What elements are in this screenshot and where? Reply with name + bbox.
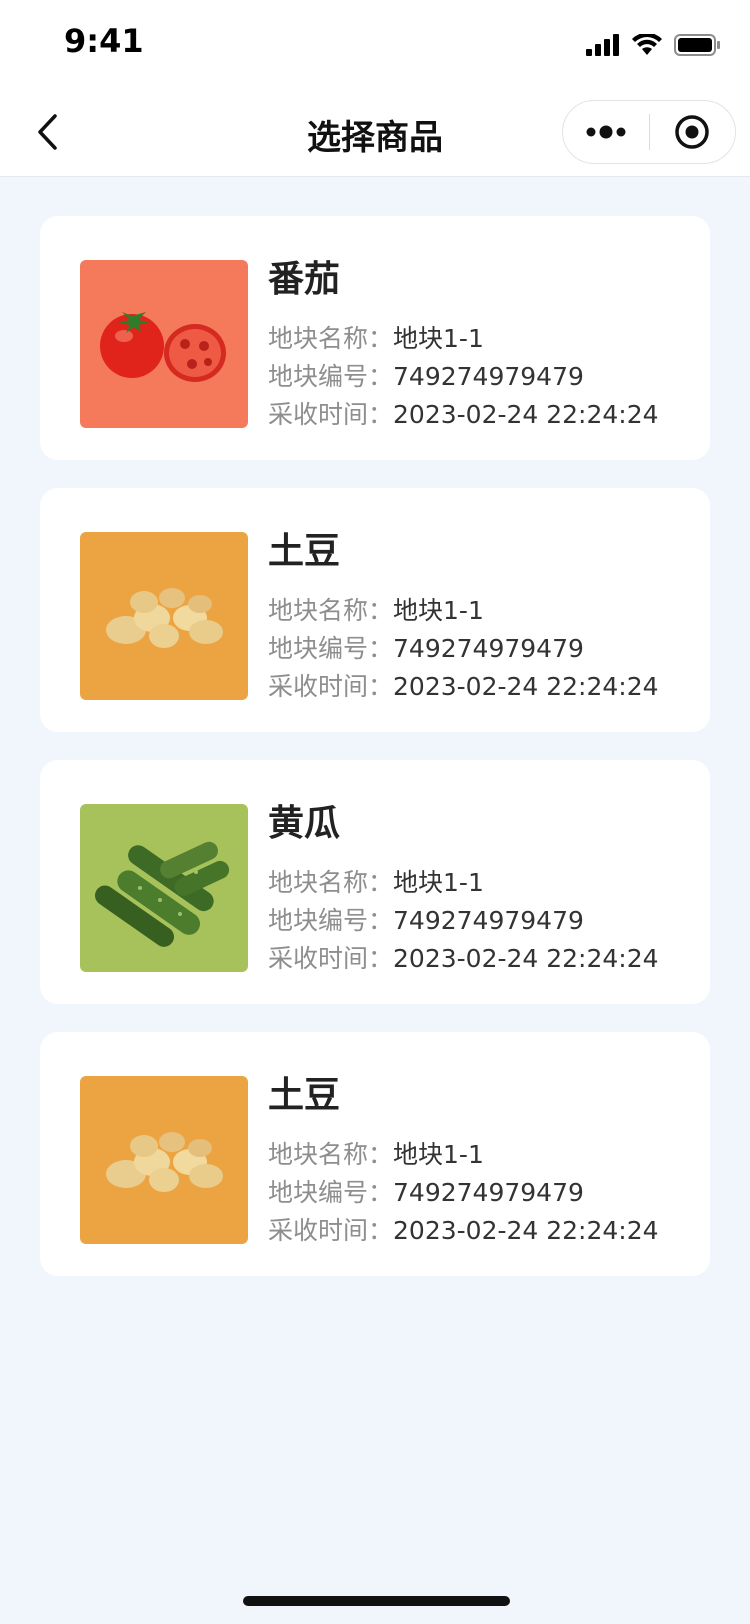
product-card[interactable]: 黄瓜 地块名称：地块1-1 地块编号：749274979479 采收时间：202… [40,760,710,1004]
product-image-potato [80,1076,248,1244]
potato-icon [106,1132,223,1192]
plot-no-label: 地块编号： [268,1178,394,1207]
plot-no-label: 地块编号： [268,634,394,663]
harvest-time-value: 2023-02-24 22:24:24 [393,944,659,973]
product-name: 番茄 [268,259,341,300]
product-card[interactable]: 土豆 地块名称：地块1-1 地块编号：749274979479 采收时间：202… [40,1032,710,1276]
harvest-time-label: 采收时间： [268,944,394,973]
plot-no-row: 地块编号：749274979479 [268,902,659,940]
product-card[interactable]: 土豆 地块名称：地块1-1 地块编号：749274979479 采收时间：202… [40,488,710,732]
status-icons [586,30,720,60]
close-button[interactable] [650,101,736,163]
product-info: 黄瓜 地块名称：地块1-1 地块编号：749274979479 采收时间：202… [268,798,659,978]
plot-no-row: 地块编号：749274979479 [268,630,659,668]
plot-name-row: 地块名称：地块1-1 [268,592,659,630]
battery-icon [674,34,720,56]
plot-no-row: 地块编号：749274979479 [268,358,659,396]
target-circle-icon [675,115,709,149]
harvest-time-label: 采收时间： [268,672,394,701]
home-indicator [243,1596,510,1606]
plot-no-value: 749274979479 [393,634,584,663]
more-dots-icon [586,125,626,139]
product-name: 土豆 [268,1075,341,1116]
plot-name-label: 地块名称： [268,868,394,897]
plot-no-label: 地块编号： [268,906,394,935]
product-info: 土豆 地块名称：地块1-1 地块编号：749274979479 采收时间：202… [268,1070,659,1250]
plot-name-value: 地块1-1 [393,1140,484,1169]
plot-name-label: 地块名称： [268,596,394,625]
plot-name-value: 地块1-1 [393,324,484,353]
product-image-potato [80,532,248,700]
status-time: 9:41 [64,22,144,60]
product-card[interactable]: 番茄 地块名称：地块1-1 地块编号：749274979479 采收时间：202… [40,216,710,460]
plot-name-row: 地块名称：地块1-1 [268,864,659,902]
plot-name-row: 地块名称：地块1-1 [268,320,659,358]
harvest-time-label: 采收时间： [268,1216,394,1245]
plot-no-row: 地块编号：749274979479 [268,1174,659,1212]
status-bar: 9:41 [0,0,750,88]
product-image-cucumber [80,804,248,972]
plot-name-label: 地块名称： [268,324,394,353]
harvest-time-value: 2023-02-24 22:24:24 [393,400,659,429]
harvest-time-row: 采收时间：2023-02-24 22:24:24 [268,396,659,434]
product-info: 土豆 地块名称：地块1-1 地块编号：749274979479 采收时间：202… [268,526,659,706]
cucumber-icon [95,841,230,947]
plot-no-value: 749274979479 [393,906,584,935]
plot-name-value: 地块1-1 [393,868,484,897]
plot-name-row: 地块名称：地块1-1 [268,1136,659,1174]
product-image-tomato [80,260,248,428]
harvest-time-row: 采收时间：2023-02-24 22:24:24 [268,668,659,706]
plot-name-value: 地块1-1 [393,596,484,625]
harvest-time-value: 2023-02-24 22:24:24 [393,672,659,701]
harvest-time-row: 采收时间：2023-02-24 22:24:24 [268,1212,659,1250]
tomato-icon [100,312,226,382]
plot-no-value: 749274979479 [393,362,584,391]
wifi-icon [632,34,662,55]
product-info: 番茄 地块名称：地块1-1 地块编号：749274979479 采收时间：202… [268,254,659,434]
potato-icon [106,588,223,648]
signal-icon [586,34,619,56]
product-name: 黄瓜 [268,803,341,844]
nav-bar: 选择商品 [0,88,750,177]
harvest-time-value: 2023-02-24 22:24:24 [393,1216,659,1245]
plot-name-label: 地块名称： [268,1140,394,1169]
plot-no-value: 749274979479 [393,1178,584,1207]
harvest-time-row: 采收时间：2023-02-24 22:24:24 [268,940,659,978]
product-name: 土豆 [268,531,341,572]
mini-program-capsule [562,100,736,164]
more-button[interactable] [563,101,649,163]
product-list: 番茄 地块名称：地块1-1 地块编号：749274979479 采收时间：202… [40,216,710,1304]
plot-no-label: 地块编号： [268,362,394,391]
harvest-time-label: 采收时间： [268,400,394,429]
